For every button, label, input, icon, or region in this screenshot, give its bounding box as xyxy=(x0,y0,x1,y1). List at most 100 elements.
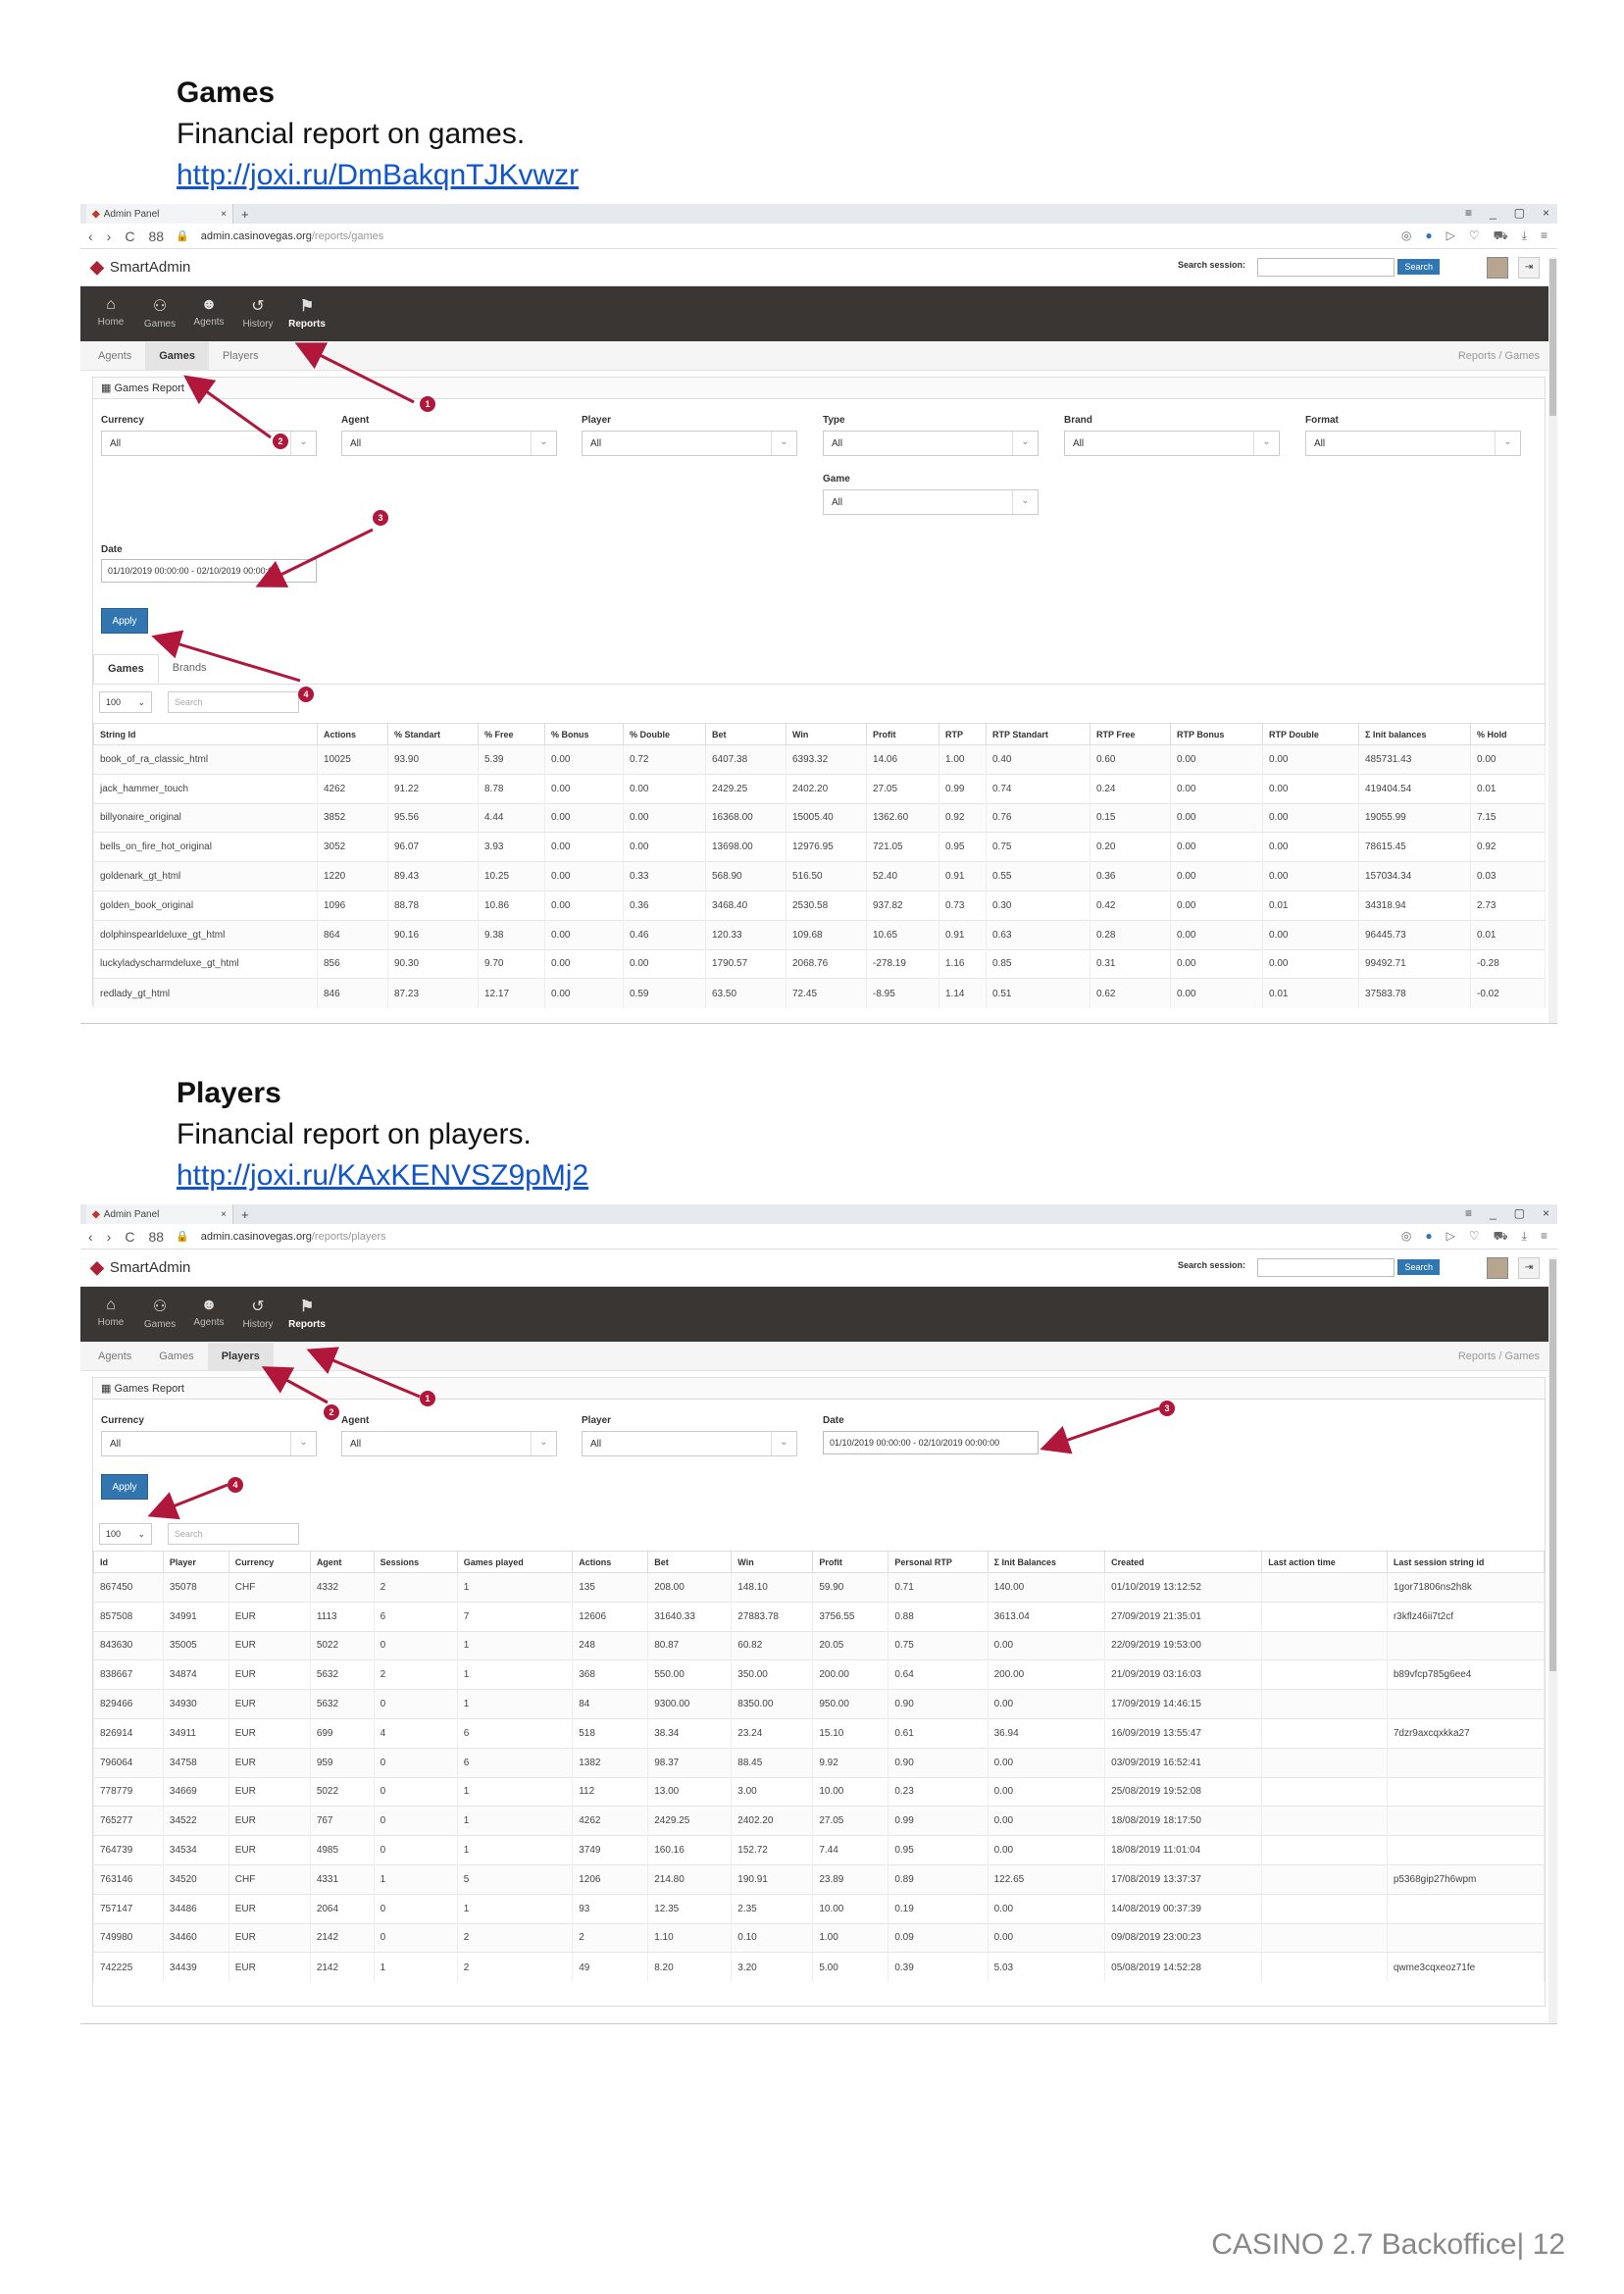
close-tab-icon[interactable]: × xyxy=(221,1209,232,1220)
reload-icon[interactable]: C xyxy=(125,1229,134,1245)
table-row[interactable]: 796064 34758 EUR 959 0 6 1382 98.37 88.45 9.92 0.9… xyxy=(93,1747,1546,1778)
avatar[interactable] xyxy=(1487,1257,1508,1279)
download-icon[interactable]: ⤓ xyxy=(1522,229,1527,244)
minimize-icon[interactable]: _ xyxy=(1490,206,1497,220)
new-tab-button[interactable]: + xyxy=(241,207,249,222)
scrollbar[interactable] xyxy=(1548,257,1557,1023)
subnav-agents[interactable]: Agents xyxy=(84,342,145,370)
type-select[interactable]: All ⌄ xyxy=(823,431,1039,456)
table-row[interactable]: 742225 34439 EUR 2142 1 2 49 8.20 3.20 5.00 0.39 5.… xyxy=(93,1952,1546,1982)
back-icon[interactable]: ‹ xyxy=(88,1229,93,1245)
new-tab-button[interactable]: + xyxy=(241,1207,249,1222)
subnav-agents[interactable]: Agents xyxy=(84,1343,145,1370)
avatar[interactable] xyxy=(1487,257,1508,279)
brand-select[interactable]: All ⌄ xyxy=(1064,431,1280,456)
column-header[interactable]: Bet xyxy=(705,723,787,745)
heart-icon[interactable]: ♡ xyxy=(1469,229,1480,244)
browser-tab[interactable]: ◆ Admin Panel × xyxy=(86,1204,233,1224)
table-row[interactable]: 826914 34911 EUR 699 4 6 518 38.34 23.24 15.10 0.6… xyxy=(93,1717,1546,1749)
send-icon[interactable]: ▷ xyxy=(1446,1229,1455,1245)
game-select[interactable]: All ⌄ xyxy=(823,489,1039,515)
column-header[interactable]: Created xyxy=(1104,1551,1263,1573)
subnav-games[interactable]: Games xyxy=(145,1343,207,1370)
hamburger-icon[interactable]: ≡ xyxy=(1541,229,1548,244)
table-row[interactable]: redlady_gt_html 846 87.23 12.17 0.00 0.59 63.5… xyxy=(93,978,1546,1008)
search-session-input[interactable] xyxy=(1257,1258,1395,1277)
table-row[interactable]: 749980 34460 EUR 2142 0 2 2 1.10 0.10 1.00 0.09 0.0… xyxy=(93,1922,1546,1953)
apply-button[interactable]: Apply xyxy=(101,1474,148,1500)
close-window-icon[interactable]: × xyxy=(1543,1206,1549,1220)
back-icon[interactable]: ‹ xyxy=(88,229,93,244)
games-section-link[interactable]: http://joxi.ru/DmBakqnTJKvwzr xyxy=(177,159,579,192)
column-header[interactable]: Actions xyxy=(317,723,388,745)
table-row[interactable]: 778779 34669 EUR 5022 0 1 112 13.00 3.00 10.00 0.2… xyxy=(93,1776,1546,1807)
agent-select[interactable]: All ⌄ xyxy=(341,1431,557,1456)
column-header[interactable]: Last action time xyxy=(1261,1551,1388,1573)
close-window-icon[interactable]: × xyxy=(1543,206,1549,220)
camera-icon[interactable]: ◎ xyxy=(1401,1229,1411,1245)
table-row[interactable]: 867450 35078 CHF 4332 2 1 135 208.00 148.10 59.90… xyxy=(93,1572,1546,1603)
column-header[interactable]: % Free xyxy=(478,723,545,745)
column-header[interactable]: Profit xyxy=(812,1551,889,1573)
nav-home[interactable]: ⌂ Home xyxy=(86,286,135,341)
date-range-input[interactable]: 01/10/2019 00:00:00 - 02/10/2019 00:00:0… xyxy=(101,559,317,583)
nav-history[interactable]: ↺ History xyxy=(233,286,282,341)
table-row[interactable]: book_of_ra_classic_html 10025 93.90 5.39 0.0… xyxy=(93,744,1546,775)
column-header[interactable]: RTP Free xyxy=(1090,723,1171,745)
agent-select[interactable]: All ⌄ xyxy=(341,431,557,456)
table-row[interactable]: luckyladyscharmdeluxe_gt_html 856 90.30 9.7… xyxy=(93,948,1546,979)
search-session-input[interactable] xyxy=(1257,258,1395,277)
table-row[interactable]: billyonaire_original 3852 95.56 4.44 0.00 0.0… xyxy=(93,802,1546,833)
apps-grid-icon[interactable]: 88 xyxy=(148,1229,164,1245)
table-row[interactable]: golden_book_original 1096 88.78 10.86 0.00 0.… xyxy=(93,890,1546,921)
table-row[interactable]: 857508 34991 EUR 1113 6 7 12606 31640.33 27883.7… xyxy=(93,1601,1546,1632)
restore-icon[interactable]: ▢ xyxy=(1514,1206,1525,1220)
logout-icon[interactable]: ⇥ xyxy=(1518,257,1540,279)
column-header[interactable]: % Bonus xyxy=(544,723,624,745)
scrollbar[interactable] xyxy=(1548,1257,1557,2023)
table-row[interactable]: bells_on_fire_hot_original 3052 96.07 3.93 0… xyxy=(93,832,1546,862)
url-field[interactable]: admin.casinovegas.org/reports/players xyxy=(201,1231,386,1243)
close-tab-icon[interactable]: × xyxy=(221,209,232,220)
nav-games[interactable]: ⚇ Games xyxy=(135,1287,184,1342)
table-row[interactable]: 757147 34486 EUR 2064 0 1 93 12.35 2.35 10.00 0.19… xyxy=(93,1893,1546,1924)
search-button[interactable]: Search xyxy=(1397,1259,1440,1275)
restore-icon[interactable]: ▢ xyxy=(1514,206,1525,220)
column-header[interactable]: % Hold xyxy=(1470,723,1546,745)
hamburger-icon[interactable]: ≡ xyxy=(1541,1229,1548,1245)
column-header[interactable]: Last session string id xyxy=(1386,1551,1546,1573)
page-size-select[interactable]: 100 ⌄ xyxy=(99,1523,152,1545)
nav-reports[interactable]: ⚑ Reports xyxy=(282,1287,331,1342)
tab-brands[interactable]: Brands xyxy=(159,654,221,684)
table-row[interactable]: 843630 35005 EUR 5022 0 1 248 80.87 60.82 20.05 0.… xyxy=(93,1630,1546,1660)
nav-agents[interactable]: ☻ Agents xyxy=(184,286,233,341)
table-row[interactable]: 763146 34520 CHF 4331 1 5 1206 214.80 190.91 23.8… xyxy=(93,1863,1546,1895)
column-header[interactable]: Sessions xyxy=(373,1551,458,1573)
download-icon[interactable]: ⤓ xyxy=(1522,1229,1527,1245)
table-row[interactable]: dolphinspearldeluxe_gt_html 864 90.16 9.38 0… xyxy=(93,919,1546,950)
column-header[interactable]: Actions xyxy=(572,1551,649,1573)
shield-icon[interactable]: ● xyxy=(1425,229,1432,244)
nav-reports[interactable]: ⚑ Reports xyxy=(282,286,331,341)
currency-select[interactable]: All ⌄ xyxy=(101,1431,317,1456)
column-header[interactable]: Win xyxy=(786,723,867,745)
apps-grid-icon[interactable]: 88 xyxy=(148,229,164,244)
heart-icon[interactable]: ♡ xyxy=(1469,1229,1480,1245)
column-header[interactable]: % Standart xyxy=(387,723,479,745)
table-row[interactable]: 764739 34534 EUR 4985 0 1 3749 160.16 152.72 7.44… xyxy=(93,1835,1546,1865)
cart-icon[interactable]: ⛟ xyxy=(1494,1229,1508,1245)
send-icon[interactable]: ▷ xyxy=(1446,229,1455,244)
column-header[interactable]: String Id xyxy=(93,723,318,745)
column-header[interactable]: Id xyxy=(93,1551,164,1573)
column-header[interactable]: Games played xyxy=(456,1551,574,1573)
column-header[interactable]: RTP Bonus xyxy=(1170,723,1263,745)
column-header[interactable]: RTP Double xyxy=(1262,723,1359,745)
column-header[interactable]: Σ Init balances xyxy=(1358,723,1471,745)
minimize-icon[interactable]: _ xyxy=(1490,1206,1497,1220)
format-select[interactable]: All ⌄ xyxy=(1305,431,1521,456)
subnav-games[interactable]: Games xyxy=(145,341,209,370)
forward-icon[interactable]: › xyxy=(107,1229,112,1245)
players-section-link[interactable]: http://joxi.ru/KAxKENVSZ9pMj2 xyxy=(177,1159,588,1193)
nav-agents[interactable]: ☻ Agents xyxy=(184,1287,233,1342)
column-header[interactable]: % Double xyxy=(623,723,706,745)
